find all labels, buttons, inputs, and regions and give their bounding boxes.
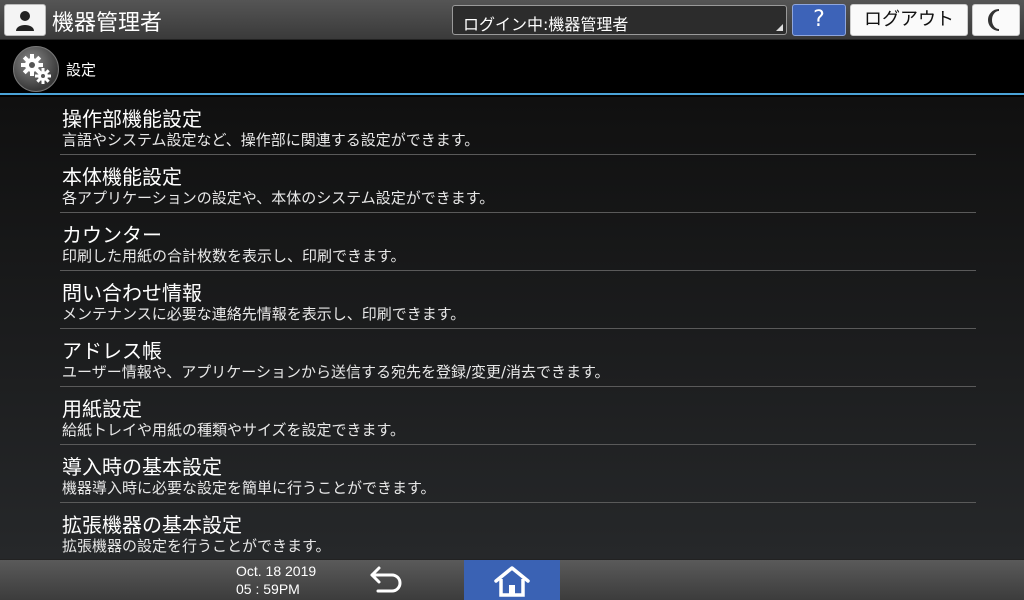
menu-item-description: 給紙トレイや用紙の種類やサイズを設定できます。 <box>62 421 406 439</box>
settings-menu-list: 操作部機能設定 言語やシステム設定など、操作部に関連する設定ができます。 本体機… <box>60 97 976 561</box>
user-title: 機器管理者 <box>52 11 163 36</box>
date-text: Oct. 18 2019 <box>236 563 317 579</box>
menu-item-title: 導入時の基本設定 <box>62 455 222 479</box>
back-button[interactable] <box>358 562 414 598</box>
menu-item-title: 操作部機能設定 <box>62 107 202 131</box>
menu-item-panel-settings[interactable]: 操作部機能設定 言語やシステム設定など、操作部に関連する設定ができます。 <box>60 97 976 155</box>
home-button[interactable] <box>464 560 560 600</box>
menu-item-description: ユーザー情報や、アプリケーションから送信する宛先を登録/変更/消去できます。 <box>62 363 610 381</box>
menu-item-title: 用紙設定 <box>62 397 142 421</box>
menu-item-extended-device[interactable]: 拡張機器の基本設定 拡張機器の設定を行うことができます。 <box>60 503 976 561</box>
time-text: 05 : 59PM <box>236 581 300 597</box>
menu-item-title: 本体機能設定 <box>62 165 182 189</box>
menu-item-description: 印刷した用紙の合計枚数を表示し、印刷できます。 <box>62 247 406 265</box>
top-bar: 機器管理者 ログイン中:機器管理者 ? ログアウト <box>0 0 1024 40</box>
menu-item-title: アドレス帳 <box>62 339 162 363</box>
bottom-bar: Oct. 18 2019 05 : 59PM <box>0 559 1024 600</box>
menu-item-address-book[interactable]: アドレス帳 ユーザー情報や、アプリケーションから送信する宛先を登録/変更/消去で… <box>60 329 976 387</box>
gear-icon <box>21 54 51 84</box>
settings-list-area: 操作部機能設定 言語やシステム設定など、操作部に関連する設定ができます。 本体機… <box>0 97 1024 561</box>
dropdown-corner-icon <box>776 24 783 31</box>
login-status-select[interactable]: ログイン中:機器管理者 <box>452 5 787 35</box>
menu-item-machine-settings[interactable]: 本体機能設定 各アプリケーションの設定や、本体のシステム設定ができます。 <box>60 155 976 213</box>
help-button[interactable]: ? <box>792 4 846 36</box>
menu-item-inquiry[interactable]: 問い合わせ情報 メンテナンスに必要な連絡先情報を表示し、印刷できます。 <box>60 271 976 329</box>
logout-button[interactable]: ログアウト <box>850 4 968 36</box>
menu-item-counter[interactable]: カウンター 印刷した用紙の合計枚数を表示し、印刷できます。 <box>60 213 976 271</box>
page-title: 設定 <box>66 61 97 79</box>
menu-item-description: 機器導入時に必要な設定を簡単に行うことができます。 <box>62 479 436 497</box>
login-status-text: ログイン中:機器管理者 <box>463 15 629 34</box>
menu-item-description: 各アプリケーションの設定や、本体のシステム設定ができます。 <box>62 189 495 207</box>
menu-item-description: 言語やシステム設定など、操作部に関連する設定ができます。 <box>62 131 480 149</box>
back-arrow-icon <box>370 566 402 593</box>
user-icon <box>16 11 34 31</box>
crescent-moon-icon <box>988 9 1000 31</box>
settings-app-icon <box>13 46 59 92</box>
settings-header: 設定 <box>0 40 1024 95</box>
date-time-display: Oct. 18 2019 05 : 59PM <box>236 562 316 598</box>
menu-item-title: 問い合わせ情報 <box>62 281 202 305</box>
menu-item-paper-settings[interactable]: 用紙設定 給紙トレイや用紙の種類やサイズを設定できます。 <box>60 387 976 445</box>
menu-item-description: メンテナンスに必要な連絡先情報を表示し、印刷できます。 <box>62 305 466 323</box>
menu-item-description: 拡張機器の設定を行うことができます。 <box>62 537 331 555</box>
home-icon <box>494 565 530 597</box>
user-button[interactable] <box>4 4 46 36</box>
menu-item-title: 拡張機器の基本設定 <box>62 513 242 537</box>
menu-item-initial-setup[interactable]: 導入時の基本設定 機器導入時に必要な設定を簡単に行うことができます。 <box>60 445 976 503</box>
menu-item-title: カウンター <box>62 223 162 247</box>
night-mode-button[interactable] <box>972 4 1020 36</box>
